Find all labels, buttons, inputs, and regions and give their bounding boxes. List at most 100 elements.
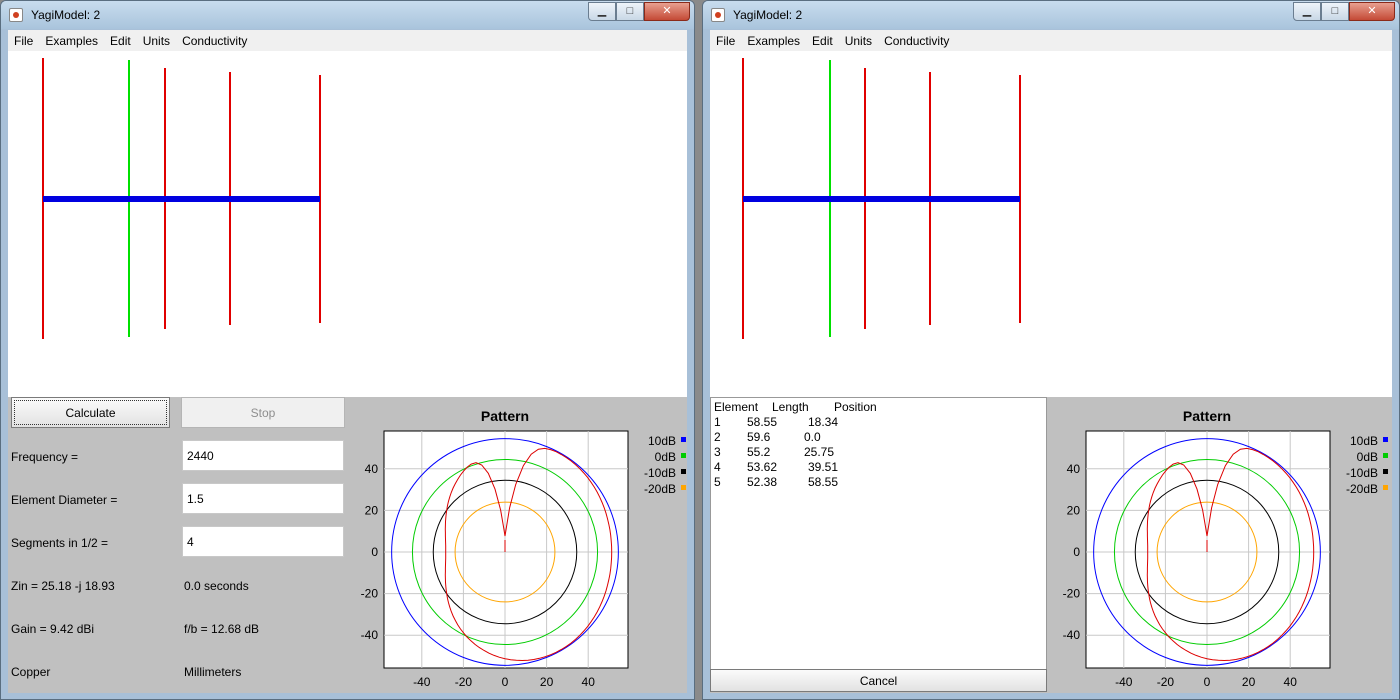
menu-units[interactable]: Units	[143, 34, 170, 48]
legend-label: -20dB	[1346, 482, 1378, 496]
x-tick-label: 40	[582, 675, 596, 689]
x-tick-label: 0	[502, 675, 509, 689]
pattern-panel: Pattern -40 40 -20 20 0 0 20 -20 40 -40 10dB 0dB -10d…	[1052, 397, 1391, 698]
row-position: 0.0	[804, 430, 821, 444]
antenna-drawing	[742, 58, 1021, 339]
element-diameter-input[interactable]	[182, 483, 344, 514]
x-tick-label: 20	[1242, 675, 1256, 689]
x-tick-label: 40	[1284, 675, 1298, 689]
antenna-canvas	[8, 51, 687, 397]
pattern-panel: Pattern -40 40 -20 20 0 0 20 -20 40 -40 10dB 0dB -10d…	[350, 397, 689, 698]
legend-swatch	[1383, 453, 1388, 458]
legend-label: 10dB	[1350, 434, 1378, 448]
frequency-input[interactable]	[182, 440, 344, 471]
window-title: YagiModel: 2	[31, 8, 101, 22]
menu-bar: File Examples Edit Units Conductivity	[8, 30, 687, 51]
window-title: YagiModel: 2	[733, 8, 803, 22]
y-tick-label: 20	[365, 503, 379, 517]
x-tick-label: 20	[540, 675, 554, 689]
menu-file[interactable]: File	[14, 34, 33, 48]
stop-button[interactable]: Stop	[181, 397, 345, 428]
y-tick-label: 20	[1067, 503, 1081, 517]
x-tick-label: -40	[413, 675, 431, 689]
row-length: 52.38	[747, 475, 778, 489]
pattern-chart: Pattern -40 40 -20 20 0 0 20 -20 40 -40 10dB 0dB -10d…	[1063, 408, 1388, 689]
y-tick-label: -20	[361, 587, 379, 601]
menu-conductivity[interactable]: Conductivity	[884, 34, 949, 48]
y-tick-label: -20	[1063, 587, 1081, 601]
legend-swatch	[681, 485, 686, 490]
y-tick-label: 0	[371, 545, 378, 559]
row-length: 55.2	[747, 445, 771, 459]
pattern-plot-area	[383, 430, 629, 669]
impedance-readout: Zin = 25.18 -j 18.93	[11, 579, 115, 593]
row-element: 5	[714, 475, 721, 489]
row-position: 39.51	[808, 460, 839, 474]
title-bar[interactable]: YagiModel: 2 ▁ □ ✕	[703, 1, 1399, 29]
row-element: 4	[714, 460, 721, 474]
maximize-button[interactable]: □	[1321, 2, 1349, 21]
element-diameter-label: Element Diameter =	[11, 493, 118, 507]
menu-bar: File Examples Edit Units Conductivity	[710, 30, 1392, 51]
minimize-button[interactable]: ▁	[588, 2, 616, 21]
legend-label: 10dB	[648, 434, 676, 448]
segments-input[interactable]	[182, 526, 344, 557]
menu-examples[interactable]: Examples	[45, 34, 98, 48]
legend-swatch	[681, 469, 686, 474]
pattern-plot-area	[1085, 430, 1331, 669]
frequency-label: Frequency =	[11, 450, 79, 464]
legend-label: 0dB	[1357, 450, 1378, 464]
legend-swatch	[681, 437, 686, 442]
gain-readout: Gain = 9.42 dBi	[11, 622, 95, 636]
yagi-window-left: YagiModel: 2 ▁ □ ✕ File Examples Edit Un…	[0, 0, 695, 700]
calculate-button[interactable]: Calculate	[11, 397, 170, 428]
menu-file[interactable]: File	[716, 34, 735, 48]
legend-swatch	[1383, 437, 1388, 442]
legend-swatch	[1383, 485, 1388, 490]
pattern-chart: Pattern -40 40 -20 20 0 0 20 -20 40 -40 10dB 0dB -10d…	[361, 408, 686, 689]
minimize-button[interactable]: ▁	[1293, 2, 1321, 21]
row-element: 3	[714, 445, 721, 459]
window-client: File Examples Edit Units Conductivity Ca…	[8, 30, 687, 693]
front-back-readout: f/b = 12.68 dB	[184, 622, 260, 636]
menu-conductivity[interactable]: Conductivity	[182, 34, 247, 48]
java-app-icon	[9, 8, 23, 22]
row-position: 58.55	[808, 475, 839, 489]
conductor-readout: Copper	[11, 665, 51, 679]
menu-edit[interactable]: Edit	[812, 34, 833, 48]
x-tick-label: 0	[1204, 675, 1211, 689]
legend-label: -10dB	[644, 466, 676, 480]
header-position: Position	[834, 400, 877, 414]
java-app-icon	[711, 8, 725, 22]
header-element: Element	[714, 400, 759, 414]
close-button[interactable]: ✕	[644, 2, 690, 21]
maximize-button[interactable]: □	[616, 2, 644, 21]
menu-examples[interactable]: Examples	[747, 34, 800, 48]
x-tick-label: -20	[1157, 675, 1175, 689]
antenna-canvas	[710, 51, 1392, 397]
element-table: Element Length Position 1 58.55 18.34 2 …	[710, 397, 1047, 692]
row-length: 53.62	[747, 460, 778, 474]
x-tick-label: -40	[1115, 675, 1133, 689]
y-tick-label: 40	[1067, 462, 1081, 476]
units-readout: Millimeters	[184, 665, 242, 679]
row-position: 18.34	[808, 415, 839, 429]
menu-edit[interactable]: Edit	[110, 34, 131, 48]
title-bar[interactable]: YagiModel: 2 ▁ □ ✕	[1, 1, 694, 29]
antenna-drawing	[42, 58, 321, 339]
cancel-button[interactable]: Cancel	[710, 669, 1047, 692]
yagi-window-right: YagiModel: 2 ▁ □ ✕ File Examples Edit Un…	[702, 0, 1400, 700]
y-tick-label: 40	[365, 462, 379, 476]
row-length: 59.6	[747, 430, 771, 444]
y-tick-label: -40	[361, 628, 379, 642]
calc-time-readout: 0.0 seconds	[184, 579, 249, 593]
row-element: 2	[714, 430, 721, 444]
legend-swatch	[681, 453, 686, 458]
legend-label: -20dB	[644, 482, 676, 496]
legend-label: -10dB	[1346, 466, 1378, 480]
menu-units[interactable]: Units	[845, 34, 872, 48]
pattern-title: Pattern	[1183, 408, 1231, 424]
y-tick-label: -40	[1063, 628, 1081, 642]
segments-label: Segments in 1/2 =	[11, 536, 109, 550]
close-button[interactable]: ✕	[1349, 2, 1395, 21]
